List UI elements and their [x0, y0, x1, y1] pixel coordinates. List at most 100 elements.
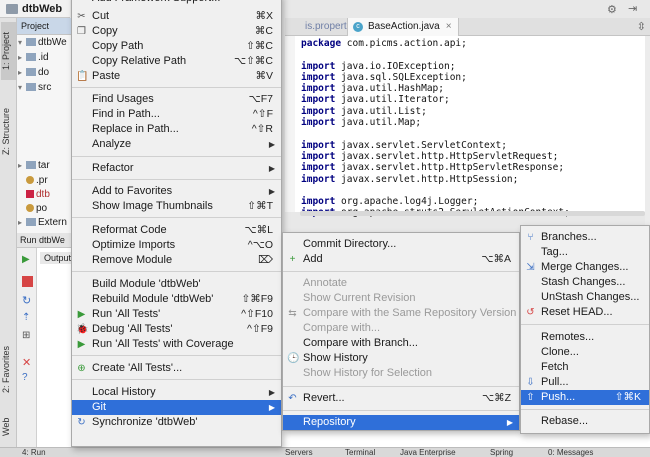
menu-item-refactor[interactable]: Refactor ▶ [72, 161, 281, 176]
tree-item[interactable]: ▸ do [18, 67, 71, 82]
menu-item-find-usages[interactable]: Find Usages ⌥F7 [72, 92, 281, 107]
status-run[interactable]: 4: Run [22, 448, 46, 457]
refresh-icon[interactable]: ↻ [22, 294, 33, 307]
code-editor[interactable]: package com.picms.action.api; import java… [285, 36, 645, 218]
git-item-commit-directory[interactable]: Commit Directory... [283, 237, 519, 252]
help-icon[interactable]: ? [22, 372, 33, 383]
git-item-annotate[interactable]: Annotate [283, 276, 519, 291]
repo-item-stash-changes[interactable]: Stash Changes... [521, 275, 649, 290]
tool-tab-project[interactable]: 1: Project [1, 22, 16, 80]
git-item-compare-with-branch[interactable]: Compare with Branch... [283, 336, 519, 351]
git-item-revert[interactable]: ↶ Revert... ⌥⌘Z [283, 391, 519, 406]
tree-item[interactable]: ▸ Extern [18, 217, 71, 232]
repo-item-pull[interactable]: ⇩ Pull... [521, 375, 649, 390]
menu-item-run-all-tests[interactable]: ▶ Run 'All Tests' ^⇧F10 [72, 307, 281, 322]
shortcut-label: ⌘C [254, 25, 273, 37]
tree-item[interactable]: dtb [18, 189, 71, 204]
menu-item-analyze[interactable]: Analyze ▶ [72, 137, 281, 152]
menu-item-git[interactable]: Git ▶ [72, 400, 281, 415]
git-item-show-history[interactable]: 🕒 Show History [283, 351, 519, 366]
repo-item-merge-changes[interactable]: ⇲ Merge Changes... [521, 260, 649, 275]
tree-item[interactable]: ▾ dtbWe [18, 37, 71, 52]
run-panel-header[interactable]: Run dtbWe [17, 233, 72, 248]
tree-item[interactable]: ▸ .id [18, 52, 71, 67]
repo-item-remotes[interactable]: Remotes... [521, 330, 649, 345]
tabs-overflow-icon[interactable]: ⇳ [637, 20, 646, 33]
close-icon[interactable]: × [446, 21, 452, 32]
menu-item-rebuild-module-dtbweb[interactable]: Rebuild Module 'dtbWeb' ⇧⌘F9 [72, 292, 281, 307]
menu-item-local-history[interactable]: Local History ▶ [72, 385, 281, 400]
status-servers[interactable]: Servers [285, 448, 313, 457]
menu-item-add-to-favorites[interactable]: Add to Favorites ▶ [72, 184, 281, 199]
status-spring[interactable]: Spring [490, 448, 513, 457]
menu-item-copy-path[interactable]: Copy Path ⇧⌘C [72, 39, 281, 54]
submenu-arrow-icon: ▶ [268, 187, 275, 196]
tree-item[interactable]: ▸ tar [18, 160, 71, 175]
tree-item[interactable]: po [18, 203, 71, 218]
menu-item-label: Reformat Code [92, 224, 167, 236]
git-item-show-history-for-selection[interactable]: Show History for Selection [283, 366, 519, 381]
tool-tab-web[interactable]: Web [1, 412, 16, 442]
repo-item-label: Stash Changes... [541, 276, 626, 288]
menu-item-create-all-tests[interactable]: ⊕ Create 'All Tests'... [72, 361, 281, 376]
menu-item-paste[interactable]: 📋 Paste ⌘V [72, 69, 281, 84]
repo-item-branches[interactable]: ⑂ Branches... [521, 230, 649, 245]
menu-item-build-module-dtbweb[interactable]: Build Module 'dtbWeb' [72, 277, 281, 292]
repo-item-reset-head[interactable]: ↺ Reset HEAD... [521, 305, 649, 320]
menu-item-replace-in-path[interactable]: Replace in Path... ^⇧R [72, 122, 281, 137]
folder-icon [26, 83, 36, 92]
stop-icon[interactable] [22, 276, 33, 287]
menu-separator [72, 179, 281, 180]
editor-tab-active[interactable]: c BaseAction.java × [347, 18, 459, 36]
settings-icon[interactable]: ⚙ [607, 3, 617, 16]
code-keyword: package [301, 38, 342, 49]
git-item-compare-with[interactable]: Compare with... [283, 321, 519, 336]
menu-item-remove-module[interactable]: Remove Module ⌦ [72, 253, 281, 268]
repo-item-unstash-changes[interactable]: UnStash Changes... [521, 290, 649, 305]
git-item-repository[interactable]: Repository ▶ [283, 415, 519, 430]
horizontal-scrollbar[interactable] [300, 211, 645, 216]
project-panel-tab[interactable]: Project [17, 18, 72, 35]
tool-tab-favorites[interactable]: 2: Favorites [1, 340, 16, 398]
close-icon[interactable]: ✕ [22, 356, 33, 369]
menu-item-run-all-tests-with-coverage[interactable]: ▶ Run 'All Tests' with Coverage [72, 337, 281, 352]
repo-item-label: Push... [541, 391, 576, 403]
repo-item-tag[interactable]: Tag... [521, 245, 649, 260]
repo-item-clone[interactable]: Clone... [521, 345, 649, 360]
menu-item-copy-relative-path[interactable]: Copy Relative Path ⌥⇧⌘C [72, 54, 281, 69]
menu-item-reformat-code[interactable]: Reformat Code ⌥⌘L [72, 223, 281, 238]
code-text: com.picms.action.api; [341, 38, 467, 49]
tree-item[interactable]: .pr [18, 175, 71, 190]
status-messages[interactable]: 0: Messages [548, 448, 593, 457]
menu-item-find-in-path[interactable]: Find in Path... ^⇧F [72, 107, 281, 122]
pull-icon: ⇩ [526, 377, 535, 388]
menu-item-debug-all-tests[interactable]: 🐞 Debug 'All Tests' ^⇧F9 [72, 322, 281, 337]
status-terminal[interactable]: Terminal [345, 448, 375, 457]
menu-item-synchronize-dtbweb[interactable]: ↻ Synchronize 'dtbWeb' [72, 415, 281, 430]
tool-tab-structure[interactable]: Z: Structure [1, 100, 16, 162]
menu-item-cut[interactable]: ✂ Cut ⌘X [72, 9, 281, 24]
output-tab[interactable]: Output [40, 252, 76, 264]
git-item-compare-with-the-same-repository-version[interactable]: ⇆ Compare with the Same Repository Versio… [283, 306, 519, 321]
menu-item-show-image-thumbnails[interactable]: Show Image Thumbnails ⇧⌘T [72, 199, 281, 214]
rerun-icon[interactable]: ▶ [22, 254, 33, 265]
redeploy-icon[interactable]: ⇡ [22, 312, 33, 323]
code-line: package com.picms.action.api; [301, 38, 645, 49]
breadcrumb[interactable]: dtbWeb [0, 0, 70, 18]
repo-item-rebase[interactable]: Rebase... [521, 414, 649, 429]
folder-icon [26, 68, 36, 77]
menu-item-optimize-imports[interactable]: Optimize Imports ^⌥O [72, 238, 281, 253]
repo-item-push[interactable]: ⇧ Push... ⇧⌘K [521, 390, 649, 405]
tree-item[interactable]: ▾ src [18, 82, 71, 97]
menu-item-add-framework-support[interactable]: Add Framework Support... [72, 0, 281, 6]
status-java-enterprise[interactable]: Java Enterprise [400, 448, 456, 457]
repo-item-fetch[interactable]: Fetch [521, 360, 649, 375]
hide-icon[interactable]: ⇥ [628, 2, 637, 15]
git-item-show-current-revision[interactable]: Show Current Revision [283, 291, 519, 306]
code-keyword: import [301, 150, 336, 162]
menu-item-copy[interactable]: ❐ Copy ⌘C [72, 24, 281, 39]
pin-icon[interactable]: ⊞ [22, 330, 33, 341]
menu-item-label: Git [92, 401, 107, 413]
git-item-add[interactable]: + Add ⌥⌘A [283, 252, 519, 267]
